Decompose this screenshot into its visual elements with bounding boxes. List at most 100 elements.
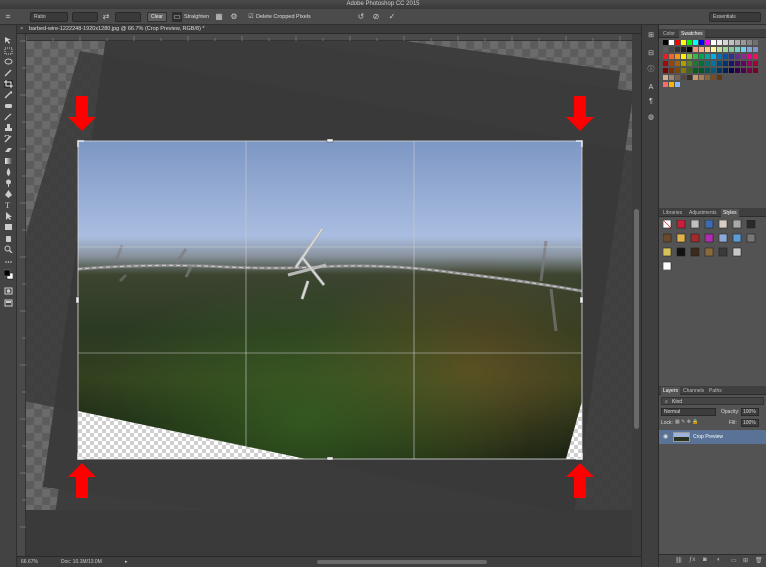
tab-styles[interactable]: Styles: [721, 209, 739, 217]
workspace-dropdown[interactable]: Essentials: [709, 12, 761, 22]
history-panel-icon[interactable]: ⊞: [646, 31, 656, 40]
link-layers-icon[interactable]: ⛓: [675, 557, 683, 564]
clear-button[interactable]: Clear: [147, 12, 167, 22]
hand-tool-icon[interactable]: [4, 234, 13, 242]
tab-paths[interactable]: Paths: [707, 387, 724, 395]
blur-tool-icon[interactable]: [4, 168, 13, 176]
horizontal-scroll-thumb[interactable]: [317, 560, 487, 564]
commit-icon[interactable]: ✓: [387, 12, 397, 22]
new-group-icon[interactable]: ▭: [731, 557, 737, 564]
clone-stamp-tool-icon[interactable]: [4, 124, 13, 132]
trash-icon[interactable]: 🗑: [755, 557, 763, 564]
zoom-tool-icon[interactable]: [4, 245, 13, 253]
marquee-tool-icon[interactable]: [4, 47, 13, 55]
brush-panel-icon[interactable]: ◍: [646, 113, 656, 122]
canvas-pasteboard: [26, 510, 632, 556]
title-bar: Adobe Photoshop CC 2015: [0, 0, 766, 9]
vertical-scroll-thumb[interactable]: [634, 209, 639, 429]
color-swatches-tabs: Color Swatches: [659, 29, 766, 38]
straighten-label: Straighten: [184, 14, 210, 20]
history-brush-tool-icon[interactable]: [4, 135, 13, 143]
dodge-tool-icon[interactable]: [4, 179, 13, 187]
fill-input[interactable]: 100%: [741, 419, 759, 427]
tab-layers[interactable]: Layers: [661, 387, 681, 395]
path-select-tool-icon[interactable]: [4, 212, 13, 220]
status-bar: 66.67% Doc: 10.1M/13.0M ▸: [17, 556, 641, 567]
quick-mask-icon[interactable]: [4, 287, 13, 295]
right-panels: Color Swatches Libraries Adjustments Sty…: [659, 25, 766, 567]
document-canvas[interactable]: [26, 41, 632, 556]
extras-icon[interactable]: [4, 258, 13, 266]
tab-adjustments[interactable]: Adjustments: [687, 209, 719, 217]
lasso-tool-icon[interactable]: [4, 58, 13, 66]
crop-tool-active-icon[interactable]: [4, 80, 13, 88]
lock-label: Lock:: [661, 420, 673, 426]
layers-tabs: Layers Channels Paths: [659, 386, 766, 395]
gradient-tool-icon[interactable]: [4, 157, 13, 165]
type-tool-icon[interactable]: T: [4, 201, 13, 209]
vertical-scrollbar[interactable]: [632, 34, 641, 556]
layer-thumbnail: [673, 432, 690, 442]
foreground-background-colors-icon[interactable]: [4, 269, 13, 281]
tab-color[interactable]: Color: [661, 30, 677, 38]
cancel-icon[interactable]: ⊘: [371, 12, 381, 22]
character-panel-icon[interactable]: A: [646, 83, 656, 92]
eyedropper-tool-icon[interactable]: [4, 91, 13, 99]
layer-row[interactable]: ◉ Crop Preview: [659, 430, 766, 444]
swap-icon[interactable]: ⇄: [101, 12, 111, 22]
status-menu-icon[interactable]: ▸: [125, 559, 128, 565]
styles-grid[interactable]: [662, 219, 763, 271]
workspace-label: Essentials: [713, 14, 736, 20]
height-input[interactable]: [115, 12, 141, 22]
zoom-level[interactable]: 66.67%: [21, 559, 38, 565]
visibility-eye-icon[interactable]: ◉: [663, 433, 668, 440]
crop-preview-image[interactable]: [26, 41, 632, 556]
healing-brush-tool-icon[interactable]: [4, 102, 13, 110]
options-bar: ⌗ Ratio ⇄ Clear ▭ Straighten ▦ ⚙ ☑ Delet…: [0, 9, 766, 25]
blend-mode-dropdown[interactable]: Normal: [661, 408, 716, 416]
rectangle-tool-icon[interactable]: [4, 223, 13, 231]
vertical-ruler[interactable]: [17, 34, 26, 556]
lock-icons[interactable]: ▦ ✎ ✥ 🔒: [675, 419, 699, 425]
layer-filter-row[interactable]: ⌕ Kind: [661, 397, 764, 405]
tab-swatches[interactable]: Swatches: [679, 30, 705, 38]
layer-style-icon[interactable]: ƒx: [689, 557, 695, 563]
svg-text:T: T: [5, 201, 10, 209]
paragraph-panel-icon[interactable]: ¶: [646, 97, 656, 106]
ratio-label: Ratio: [34, 14, 46, 20]
adjustment-layer-icon[interactable]: ◐: [717, 557, 721, 563]
overlay-grid-icon[interactable]: ▦: [214, 12, 224, 22]
blend-opacity-row: Normal Opacity: 100%: [661, 408, 764, 416]
screen-mode-icon[interactable]: [4, 299, 13, 307]
layers-footer: ⛓ ƒx ◙ ◐ ▭ ⊞ 🗑: [659, 554, 766, 567]
fill-label: Fill:: [729, 420, 737, 426]
straighten-icon[interactable]: ▭: [172, 12, 182, 22]
quick-select-tool-icon[interactable]: [4, 69, 13, 77]
opacity-input[interactable]: 100%: [741, 408, 759, 416]
gear-icon[interactable]: ⚙: [229, 12, 239, 22]
layer-name[interactable]: Crop Preview: [693, 434, 723, 440]
filter-search-icon: ⌕: [665, 399, 668, 405]
swatches-grid[interactable]: [663, 40, 763, 100]
document-tab[interactable]: × barbed-wire-1222248-1920x1280.jpg @ 66…: [17, 25, 641, 34]
info-panel-icon[interactable]: ⓘ: [646, 65, 656, 74]
tab-channels[interactable]: Channels: [681, 387, 706, 395]
horizontal-ruler[interactable]: [26, 34, 632, 41]
width-input[interactable]: [72, 12, 98, 22]
reset-icon[interactable]: ↺: [356, 12, 366, 22]
tab-libraries[interactable]: Libraries: [661, 209, 684, 217]
properties-panel-icon[interactable]: ⊟: [646, 49, 656, 58]
opacity-label: Opacity:: [721, 409, 740, 415]
eraser-tool-icon[interactable]: [4, 146, 13, 154]
brush-tool-icon[interactable]: [4, 113, 13, 121]
doc-size: Doc: 10.1M/13.0M: [61, 559, 102, 565]
add-mask-icon[interactable]: ◙: [703, 557, 707, 563]
checkbox-icon[interactable]: ☑: [246, 12, 256, 22]
lock-fill-row: Lock: ▦ ✎ ✥ 🔒 Fill: 100%: [661, 419, 764, 427]
ratio-dropdown[interactable]: Ratio: [30, 12, 68, 22]
pen-tool-icon[interactable]: [4, 190, 13, 198]
close-tab-icon[interactable]: ×: [20, 26, 23, 32]
new-layer-icon[interactable]: ⊞: [743, 557, 748, 564]
crop-tool-icon[interactable]: ⌗: [3, 12, 13, 22]
move-tool-icon[interactable]: [4, 36, 13, 44]
